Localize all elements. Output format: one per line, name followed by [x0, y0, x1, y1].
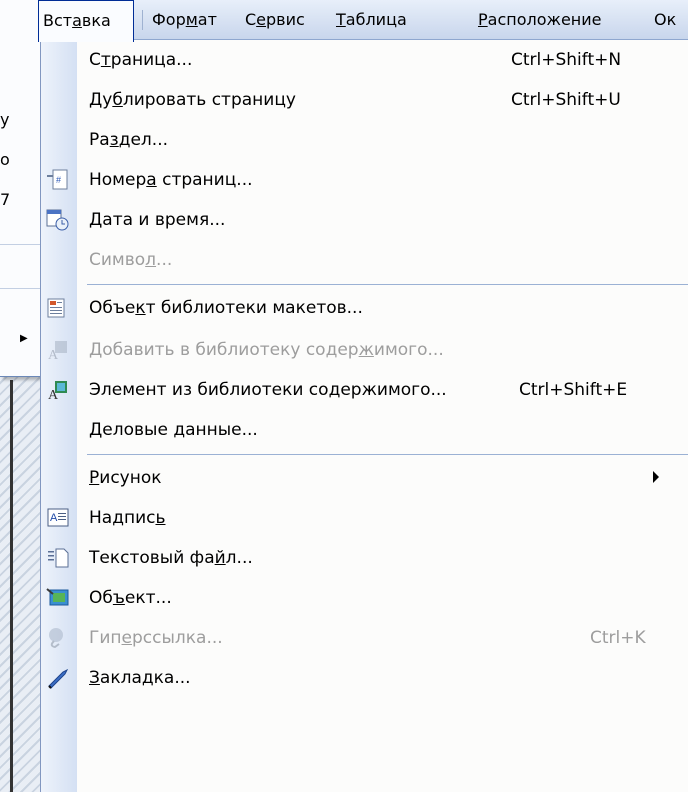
- menu-item-label: Страница...: [89, 50, 193, 70]
- menu-separator: [142, 10, 143, 30]
- submenu-arrow-icon: [653, 471, 659, 483]
- menu-item-label: Рисунок: [89, 468, 162, 488]
- insert-dropdown-menu: Страница... Ctrl+Shift+N Дублировать стр…: [40, 40, 688, 792]
- menu-item-bookmark[interactable]: Закладка...: [41, 658, 688, 698]
- menu-item-label: Закладка...: [89, 668, 191, 688]
- content-library-item-icon: A: [48, 381, 67, 402]
- menu-table[interactable]: Таблица: [336, 0, 407, 40]
- menu-item-label: Дата и время...: [89, 210, 226, 230]
- menu-arrange[interactable]: Расположение: [478, 0, 601, 40]
- menu-item-label: Дублировать страницу: [89, 90, 296, 110]
- menu-item-object[interactable]: Объект...: [41, 578, 688, 618]
- menu-item-label: Объект...: [89, 588, 172, 608]
- menu-item-label: Деловые данные...: [89, 420, 258, 440]
- text-file-icon: [48, 548, 69, 568]
- menu-format[interactable]: Формат: [152, 0, 217, 40]
- menu-item-shortcut: Ctrl+Shift+U: [511, 90, 621, 110]
- menu-item-date-time[interactable]: Дата и время...: [41, 200, 688, 240]
- svg-text:A: A: [48, 388, 59, 402]
- svg-text:#: #: [56, 175, 61, 185]
- menu-item-business-information[interactable]: Деловые данные...: [41, 410, 688, 450]
- menu-item-shortcut: Ctrl+Shift+E: [519, 380, 628, 400]
- previous-menu-item-tail[interactable]: 7: [0, 190, 10, 209]
- menu-item-label: Добавить в библиотеку содержимого...: [89, 340, 444, 360]
- menu-separator: [0, 244, 40, 245]
- text-box-icon: A: [47, 508, 69, 527]
- menu-item-label: Текстовый файл...: [89, 548, 253, 568]
- page-left-edge: [10, 380, 13, 792]
- menu-item-shortcut: Ctrl+K: [590, 628, 646, 648]
- menu-insert[interactable]: Вставка: [38, 0, 134, 42]
- menu-item-add-to-content-library[interactable]: A Добавить в библиотеку содержимого...: [41, 330, 688, 370]
- menu-item-symbol[interactable]: Символ...: [41, 240, 688, 280]
- menu-item-section[interactable]: Раздел...: [41, 120, 688, 160]
- menu-tools[interactable]: Сервис: [245, 0, 305, 40]
- menu-item-page-numbers[interactable]: # Номера страниц...: [41, 160, 688, 200]
- menu-item-shortcut: Ctrl+Shift+N: [511, 50, 622, 70]
- add-to-content-library-icon: A: [48, 341, 67, 362]
- menu-item-design-gallery-object[interactable]: Объект библиотеки макетов...: [41, 288, 688, 328]
- bookmark-icon: [48, 668, 69, 689]
- date-time-icon: [46, 209, 69, 231]
- menu-item-label: Надпись: [89, 508, 166, 528]
- page-numbers-icon: #: [47, 169, 68, 190]
- menu-item-label: Номера страниц...: [89, 170, 253, 190]
- previous-menu-panel: y o 7 ▶: [0, 0, 41, 377]
- menu-separator: [87, 454, 688, 455]
- menu-item-duplicate-page[interactable]: Дублировать страницу Ctrl+Shift+U: [41, 80, 688, 120]
- svg-text:A: A: [48, 348, 59, 362]
- svg-text:A: A: [50, 512, 58, 524]
- object-icon: [46, 588, 69, 606]
- menu-item-text-file[interactable]: Текстовый файл...: [41, 538, 688, 578]
- menu-item-hyperlink[interactable]: Гиперссылка... Ctrl+K: [41, 618, 688, 658]
- menu-bar: ▶ Вставка Формат Сервис Таблица Располож…: [0, 0, 688, 42]
- menu-item-page[interactable]: Страница... Ctrl+Shift+N: [41, 40, 688, 80]
- submenu-arrow-icon: ▶: [20, 333, 28, 344]
- menu-item-label: Раздел...: [89, 130, 169, 150]
- menu-separator: [87, 284, 688, 285]
- previous-menu-item-tail[interactable]: y: [0, 110, 9, 129]
- menu-window[interactable]: Ок: [654, 0, 676, 40]
- hyperlink-icon: [49, 628, 63, 649]
- menu-item-label: Гиперссылка...: [89, 628, 223, 648]
- menu-item-picture[interactable]: Рисунок: [41, 458, 688, 498]
- menu-item-label: Объект библиотеки макетов...: [89, 298, 363, 318]
- menu-item-label: Символ...: [89, 250, 173, 270]
- previous-menu-item-tail[interactable]: o: [0, 150, 10, 169]
- menu-item-text-box[interactable]: A Надпись: [41, 498, 688, 538]
- menu-separator: [0, 288, 40, 289]
- menu-item-content-library-item[interactable]: A Элемент из библиотеки содержимого... C…: [41, 370, 688, 410]
- design-gallery-icon: [47, 298, 65, 318]
- menu-item-label: Элемент из библиотеки содержимого...: [89, 380, 447, 400]
